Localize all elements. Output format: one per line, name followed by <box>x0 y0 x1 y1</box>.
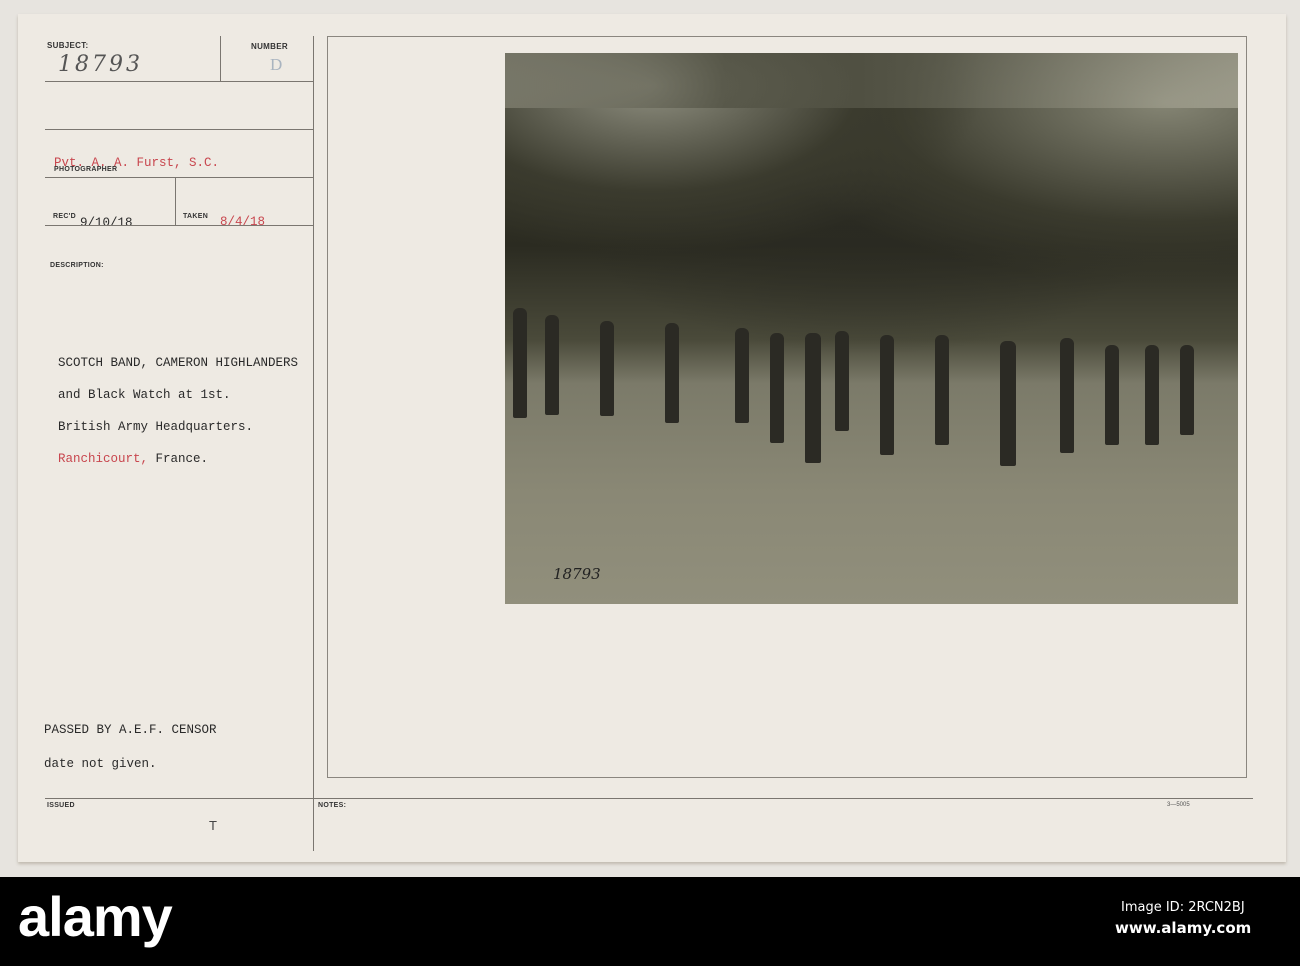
number-value: D <box>270 55 283 74</box>
divider <box>45 798 1253 799</box>
number-label: NUMBER <box>251 42 288 51</box>
taken-value: 8/4/18 <box>220 215 266 229</box>
recd-value: 9/10/18 <box>80 216 133 230</box>
divider <box>45 225 313 226</box>
censor-line: date not given. <box>44 757 157 771</box>
band-member <box>513 308 527 418</box>
description-line: British Army Headquarters. <box>58 420 254 434</box>
recd-label: REC'D <box>53 213 76 220</box>
issued-value: T <box>209 818 217 833</box>
band-member <box>1180 345 1194 435</box>
band-member <box>1060 338 1074 453</box>
issued-label: ISSUED <box>47 802 75 809</box>
band-member <box>735 328 749 423</box>
divider <box>45 177 313 178</box>
description-line: and Black Watch at 1st. <box>58 388 231 402</box>
footer-bar <box>0 877 1300 966</box>
band-member <box>770 333 784 443</box>
censor-note: PASSED BY A.E.F. CENSOR date not given. <box>44 705 217 790</box>
band-photograph: 18793 <box>505 53 1238 604</box>
alamy-logo: alamy <box>18 885 173 948</box>
band-member <box>665 323 679 423</box>
site-url[interactable]: www.alamy.com <box>1115 919 1251 937</box>
divider <box>45 81 313 82</box>
band-member <box>805 333 821 463</box>
band-member <box>545 315 559 415</box>
censor-line: PASSED BY A.E.F. CENSOR <box>44 723 217 737</box>
location-rest: France. <box>148 452 209 466</box>
taken-label: TAKEN <box>183 213 209 220</box>
photo-number: 18793 <box>553 565 601 583</box>
band-member <box>600 321 614 416</box>
sky-background <box>505 53 1238 109</box>
form-number: 3—5005 <box>1167 802 1190 808</box>
band-member <box>935 335 949 445</box>
description-location: Ranchicourt, France. <box>58 451 298 467</box>
divider <box>175 177 176 225</box>
band-member <box>1145 345 1159 445</box>
band-member <box>880 335 894 455</box>
band-member <box>835 331 849 431</box>
band-member <box>1105 345 1119 445</box>
description: SCOTCH BAND, CAMERON HIGHLANDERS and Bla… <box>58 339 298 483</box>
location-red: Ranchicourt, <box>58 452 149 466</box>
image-id: Image ID: 2RCN2BJ <box>1121 900 1245 915</box>
subject-value: 18793 <box>58 52 143 77</box>
description-line: SCOTCH BAND, CAMERON HIGHLANDERS <box>58 356 299 370</box>
description-label: DESCRIPTION: <box>50 262 104 269</box>
notes-label: NOTES: <box>318 802 347 809</box>
subject-label: SUBJECT: <box>47 41 89 50</box>
divider <box>220 36 221 81</box>
band-member <box>1000 341 1016 466</box>
divider <box>313 36 314 851</box>
photographer-label: PHOTOGRAPHER <box>54 166 118 173</box>
divider <box>45 129 313 130</box>
